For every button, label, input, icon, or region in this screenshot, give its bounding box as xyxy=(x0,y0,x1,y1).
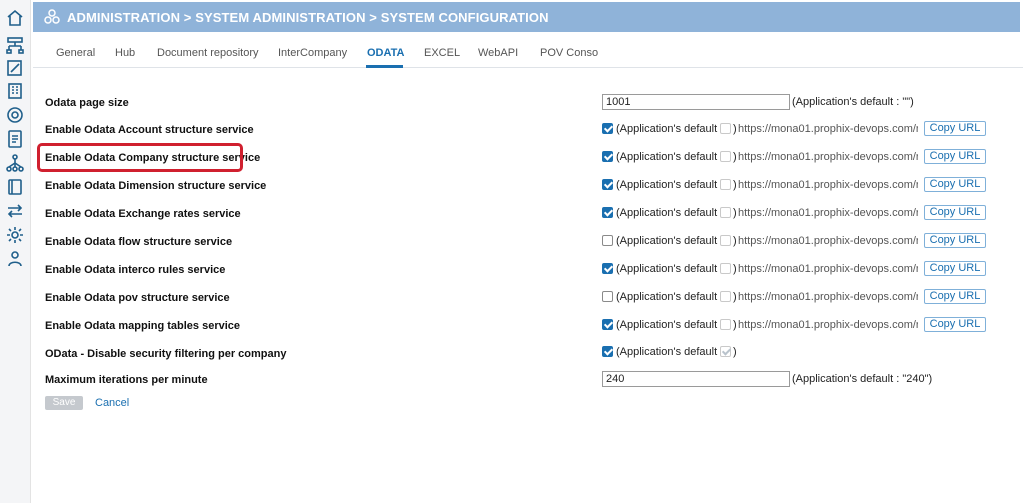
exchange-rates-service-default-checkbox xyxy=(720,207,731,218)
page-size-label: Odata page size xyxy=(45,97,129,109)
pov-service-default: (Application's default : xyxy=(616,291,724,303)
tab-document-repository[interactable]: Document repository xyxy=(157,47,259,59)
flow-service-url: https://mona01.prophix-devops.com/re xyxy=(738,235,918,247)
close-paren: ) xyxy=(733,151,737,163)
dimension-service-default: (Application's default : xyxy=(616,179,724,191)
transfer-arrows-icon[interactable] xyxy=(5,201,25,221)
interco-rules-service-checkbox[interactable] xyxy=(602,263,613,274)
interco-rules-service-label: Enable Odata interco rules service xyxy=(45,264,226,276)
pov-service-checkbox[interactable] xyxy=(602,291,613,302)
flow-service-default-checkbox xyxy=(720,235,731,246)
account-service-url: https://mona01.prophix-devops.com/re xyxy=(738,123,918,135)
tab-pov-conso[interactable]: POV Conso xyxy=(540,47,598,59)
interco-rules-service-default: (Application's default : xyxy=(616,263,724,275)
account-service-label: Enable Odata Account structure service xyxy=(45,124,254,136)
page-size-default: (Application's default : "") xyxy=(792,96,914,108)
pov-copy-url-button[interactable]: Copy URL xyxy=(924,289,986,304)
pov-service-default-checkbox xyxy=(720,291,731,302)
pov-service-url: https://mona01.prophix-devops.com/re xyxy=(738,291,918,303)
tab-intercompany[interactable]: InterCompany xyxy=(278,47,347,59)
exchange-rates-copy-url-button[interactable]: Copy URL xyxy=(924,205,986,220)
max-iterations-default: (Application's default : "240") xyxy=(792,373,933,385)
security-filtering-checkbox[interactable] xyxy=(602,346,613,357)
interco-rules-service-url: https://mona01.prophix-devops.com/re xyxy=(738,263,918,275)
dimension-service-url: https://mona01.prophix-devops.com/re xyxy=(738,179,918,191)
users-icon[interactable] xyxy=(5,249,25,269)
org-tree-icon[interactable] xyxy=(5,153,25,173)
flow-service-default: (Application's default : xyxy=(616,235,724,247)
company-service-checkbox[interactable] xyxy=(602,151,613,162)
settings-gear-icon[interactable] xyxy=(5,225,25,245)
app-logo-icon xyxy=(43,8,61,26)
mapping-tables-service-url: https://mona01.prophix-devops.com/re xyxy=(738,319,918,331)
account-service-checkbox[interactable] xyxy=(602,123,613,134)
exchange-rates-service-default: (Application's default : xyxy=(616,207,724,219)
flow-service-label: Enable Odata flow structure service xyxy=(45,236,233,248)
building-icon[interactable] xyxy=(5,81,25,101)
edit-form-icon[interactable] xyxy=(5,58,25,78)
gear-group-icon[interactable] xyxy=(5,105,25,125)
tab-odata[interactable]: ODATA xyxy=(367,47,404,59)
flow-copy-url-button[interactable]: Copy URL xyxy=(924,233,986,248)
company-service-default: (Application's default : xyxy=(616,151,724,163)
mapping-tables-service-default-checkbox xyxy=(720,319,731,330)
interco-rules-service-default-checkbox xyxy=(720,263,731,274)
cancel-link[interactable]: Cancel xyxy=(95,397,129,409)
page-size-input[interactable] xyxy=(602,94,790,110)
tab-webapi[interactable]: WebAPI xyxy=(478,47,518,59)
close-paren: ) xyxy=(733,346,737,358)
highlight-annotation xyxy=(37,143,243,172)
security-filtering-default-checkbox xyxy=(720,346,731,357)
exchange-rates-service-checkbox[interactable] xyxy=(602,207,613,218)
mapping-tables-service-label: Enable Odata mapping tables service xyxy=(45,320,241,332)
exchange-rates-service-label: Enable Odata Exchange rates service xyxy=(45,208,241,220)
interco-rules-copy-url-button[interactable]: Copy URL xyxy=(924,261,986,276)
mapping-tables-service-checkbox[interactable] xyxy=(602,319,613,330)
company-service-default-checkbox xyxy=(720,151,731,162)
close-paren: ) xyxy=(733,263,737,275)
close-paren: ) xyxy=(733,123,737,135)
account-copy-url-button[interactable]: Copy URL xyxy=(924,121,986,136)
close-paren: ) xyxy=(733,319,737,331)
dimension-service-label: Enable Odata Dimension structure service xyxy=(45,180,267,192)
tab-bar: General Hub Document repository InterCom… xyxy=(33,32,1023,68)
company-copy-url-button[interactable]: Copy URL xyxy=(924,149,986,164)
flow-service-checkbox[interactable] xyxy=(602,235,613,246)
close-paren: ) xyxy=(733,179,737,191)
hierarchy-icon[interactable] xyxy=(5,35,25,55)
mapping-tables-service-default: (Application's default : xyxy=(616,319,724,331)
active-tab-indicator xyxy=(366,65,403,68)
max-iterations-label: Maximum iterations per minute xyxy=(45,374,208,386)
left-sidebar xyxy=(0,0,31,503)
tab-excel[interactable]: EXCEL xyxy=(424,47,460,59)
breadcrumb: ADMINISTRATION > SYSTEM ADMINISTRATION >… xyxy=(67,10,549,25)
dimension-copy-url-button[interactable]: Copy URL xyxy=(924,177,986,192)
document-list-icon[interactable] xyxy=(5,129,25,149)
close-paren: ) xyxy=(733,235,737,247)
home-icon[interactable] xyxy=(5,8,25,28)
dimension-service-checkbox[interactable] xyxy=(602,179,613,190)
book-icon[interactable] xyxy=(5,177,25,197)
save-button[interactable]: Save xyxy=(45,396,83,410)
account-service-default-checkbox xyxy=(720,123,731,134)
security-filtering-default: (Application's default : xyxy=(616,346,724,358)
mapping-tables-copy-url-button[interactable]: Copy URL xyxy=(924,317,986,332)
pov-service-label: Enable Odata pov structure service xyxy=(45,292,230,304)
max-iterations-input[interactable] xyxy=(602,371,790,387)
page-header: ADMINISTRATION > SYSTEM ADMINISTRATION >… xyxy=(33,2,1020,32)
security-filtering-label: OData - Disable security filtering per c… xyxy=(45,348,287,360)
tab-hub[interactable]: Hub xyxy=(115,47,135,59)
exchange-rates-service-url: https://mona01.prophix-devops.com/re xyxy=(738,207,918,219)
close-paren: ) xyxy=(733,291,737,303)
dimension-service-default-checkbox xyxy=(720,179,731,190)
account-service-default: (Application's default : xyxy=(616,123,724,135)
close-paren: ) xyxy=(733,207,737,219)
company-service-url: https://mona01.prophix-devops.com/re xyxy=(738,151,918,163)
tab-general[interactable]: General xyxy=(56,47,95,59)
